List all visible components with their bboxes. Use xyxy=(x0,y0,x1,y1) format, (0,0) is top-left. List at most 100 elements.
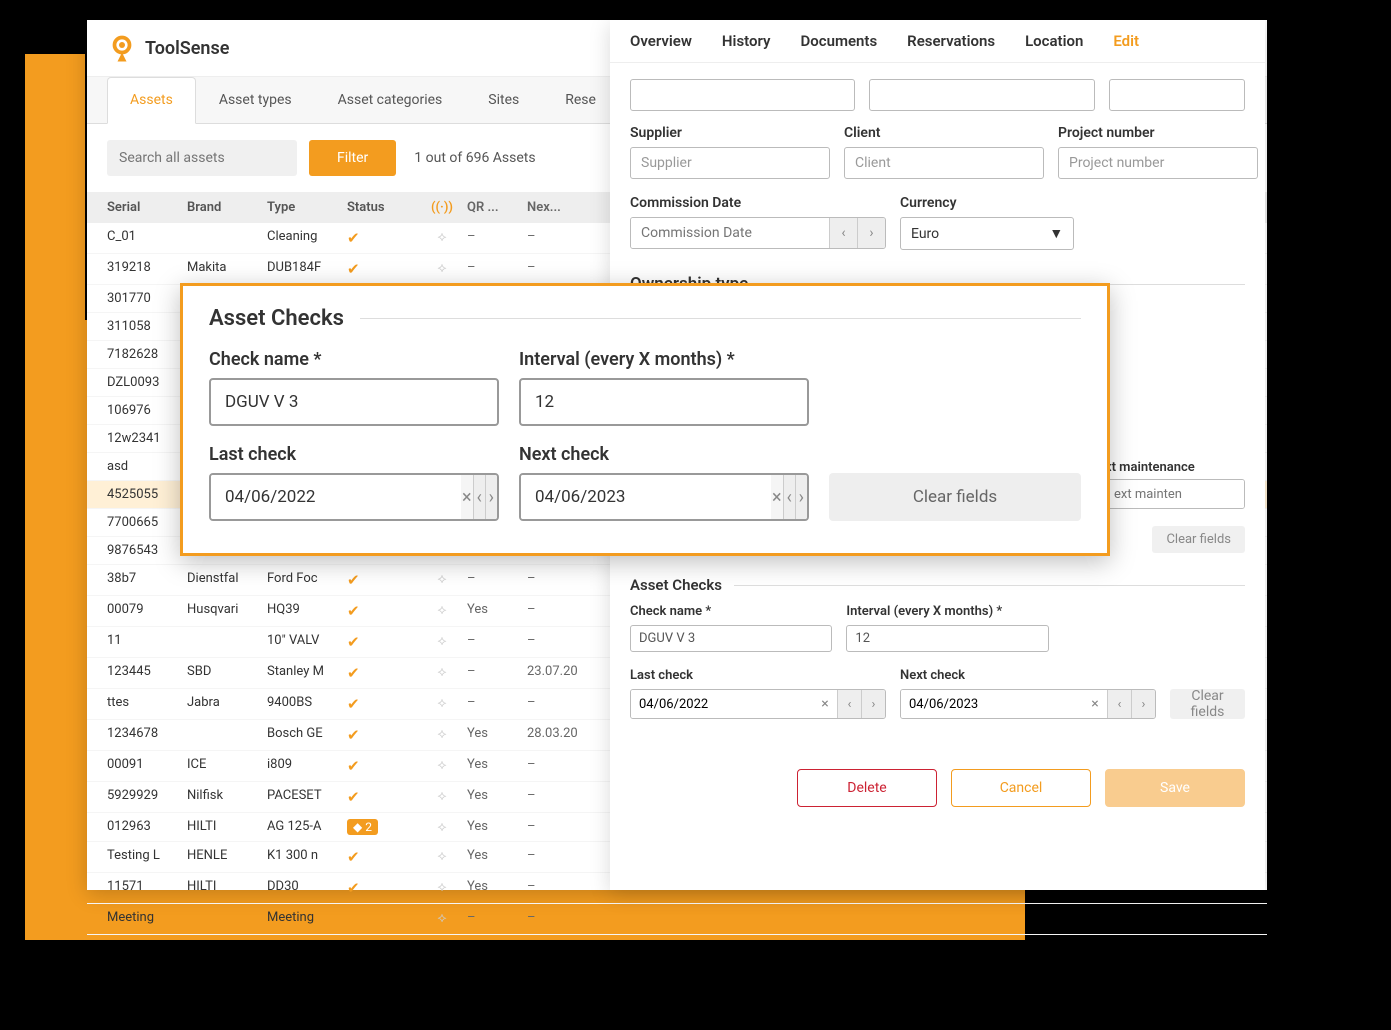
chevron-left-icon[interactable]: ‹ xyxy=(473,475,485,519)
commission-input[interactable]: ‹ › xyxy=(630,217,886,249)
cell-brand xyxy=(187,910,267,928)
chevron-right-icon[interactable]: › xyxy=(861,690,885,718)
cell-signal: ⟡ xyxy=(417,602,467,620)
tab-asset-types[interactable]: Asset types xyxy=(196,77,315,123)
cell-status: ✔ xyxy=(347,229,417,247)
currency-select[interactable]: Euro ▼ xyxy=(900,217,1074,250)
cell-signal: ⟡ xyxy=(417,848,467,866)
check-name-input-sm[interactable] xyxy=(630,625,832,652)
empty-field-3[interactable] xyxy=(1109,79,1245,111)
cell-serial: 106976 xyxy=(107,403,187,418)
modal-next-check-input[interactable]: × ‹ › xyxy=(519,473,809,521)
clear-fields-button-sm[interactable]: Clear fields xyxy=(1170,689,1245,719)
cell-type: HQ39 xyxy=(267,602,347,620)
tab-assets[interactable]: Assets xyxy=(107,77,196,124)
th-brand[interactable]: Brand xyxy=(187,200,267,215)
empty-field-2[interactable] xyxy=(869,79,1094,111)
tab-documents[interactable]: Documents xyxy=(800,32,877,50)
cell-next: – xyxy=(527,819,607,835)
cell-brand: HILTI xyxy=(187,819,267,835)
modal-check-name-input[interactable] xyxy=(209,378,499,426)
cell-qr: – xyxy=(467,633,527,651)
client-input[interactable] xyxy=(844,147,1044,179)
cell-qr: Yes xyxy=(467,726,527,744)
th-signal[interactable]: ((·)) xyxy=(417,200,467,215)
cell-type: AG 125-A xyxy=(267,819,347,835)
cell-next: – xyxy=(527,910,607,928)
cell-brand: Nilfisk xyxy=(187,788,267,806)
cell-signal: ⟡ xyxy=(417,788,467,806)
cell-serial: asd xyxy=(107,459,187,474)
cell-type: 10" VALV xyxy=(267,633,347,651)
cell-type: Ford Foc xyxy=(267,571,347,589)
chevron-right-icon[interactable]: › xyxy=(1131,690,1155,718)
th-status[interactable]: Status xyxy=(347,200,417,215)
cell-qr: – xyxy=(467,229,527,247)
chevron-right-icon[interactable]: › xyxy=(795,475,807,519)
clear-icon[interactable]: × xyxy=(813,690,837,718)
tab-reservations-trunc[interactable]: Rese xyxy=(542,77,619,123)
cell-brand xyxy=(187,726,267,744)
clear-icon[interactable]: × xyxy=(771,475,783,519)
tab-asset-categories[interactable]: Asset categories xyxy=(315,77,466,123)
clear-icon[interactable]: × xyxy=(461,475,473,519)
cell-qr: – xyxy=(467,695,527,713)
tab-edit[interactable]: Edit xyxy=(1113,32,1139,50)
th-type[interactable]: Type xyxy=(267,200,347,215)
check-icon: ✔ xyxy=(347,602,360,620)
table-row[interactable]: MeetingMeeting✔⟡–– xyxy=(87,904,1267,935)
tab-history[interactable]: History xyxy=(722,32,771,50)
interval-input-sm[interactable] xyxy=(846,625,1048,652)
signal-icon: ⟡ xyxy=(437,879,446,895)
chevron-right-icon[interactable]: › xyxy=(485,475,497,519)
cancel-button[interactable]: Cancel xyxy=(951,769,1091,807)
tab-reservations[interactable]: Reservations xyxy=(907,32,995,50)
tab-location[interactable]: Location xyxy=(1025,32,1083,50)
check-icon: ✔ xyxy=(347,633,360,651)
signal-icon: ⟡ xyxy=(437,910,446,926)
cell-serial: 00079 xyxy=(107,602,187,620)
cell-serial: 123445 xyxy=(107,664,187,682)
clear-icon[interactable]: × xyxy=(1083,690,1107,718)
next-check-input-sm[interactable]: × ‹ › xyxy=(900,689,1156,719)
search-input[interactable] xyxy=(107,140,297,176)
cell-status: ✔ xyxy=(347,602,417,620)
status-badge: ◆ 2 xyxy=(347,819,378,835)
chevron-left-icon[interactable]: ‹ xyxy=(783,475,795,519)
empty-field-1[interactable] xyxy=(630,79,855,111)
tab-sites[interactable]: Sites xyxy=(465,77,542,123)
asset-count: 1 out of 696 Assets xyxy=(414,150,535,166)
last-check-input-sm[interactable]: × ‹ › xyxy=(630,689,886,719)
chevron-right-icon[interactable]: › xyxy=(857,218,885,248)
modal-last-check-input[interactable]: × ‹ › xyxy=(209,473,499,521)
last-check-label-sm: Last check xyxy=(630,668,886,683)
th-serial[interactable]: Serial xyxy=(107,200,187,215)
cell-signal: ⟡ xyxy=(417,879,467,897)
chevron-left-icon[interactable]: ‹ xyxy=(829,218,857,248)
next-check-label-sm: Next check xyxy=(900,668,1156,683)
filter-button[interactable]: Filter xyxy=(309,140,396,176)
modal-clear-fields-button[interactable]: Clear fields xyxy=(829,473,1081,521)
modal-interval-input[interactable] xyxy=(519,378,809,426)
cell-status: ✔ xyxy=(347,910,417,928)
th-next[interactable]: Nex... xyxy=(527,200,607,215)
delete-button[interactable]: Delete xyxy=(797,769,937,807)
chevron-left-icon[interactable]: ‹ xyxy=(1107,690,1131,718)
cell-brand xyxy=(187,229,267,247)
chevron-left-icon[interactable]: ‹ xyxy=(837,690,861,718)
project-input[interactable] xyxy=(1058,147,1258,179)
cell-serial: 00091 xyxy=(107,757,187,775)
check-icon: ✔ xyxy=(347,848,360,866)
tab-overview[interactable]: Overview xyxy=(630,32,692,50)
interval-label-sm: Interval (every X months) * xyxy=(846,604,1048,619)
cell-serial: 5929929 xyxy=(107,788,187,806)
cell-serial: 11571 xyxy=(107,879,187,897)
th-qr[interactable]: QR ... xyxy=(467,200,527,215)
supplier-input[interactable] xyxy=(630,147,830,179)
cell-qr: Yes xyxy=(467,819,527,835)
panel-tabs: Overview History Documents Reservations … xyxy=(610,20,1265,63)
clear-fields-partial[interactable]: Clear fields xyxy=(1152,526,1245,553)
save-button[interactable]: Save xyxy=(1105,769,1245,807)
cell-brand: Husqvari xyxy=(187,602,267,620)
next-maint-input[interactable]: ‹ › xyxy=(1105,479,1245,509)
